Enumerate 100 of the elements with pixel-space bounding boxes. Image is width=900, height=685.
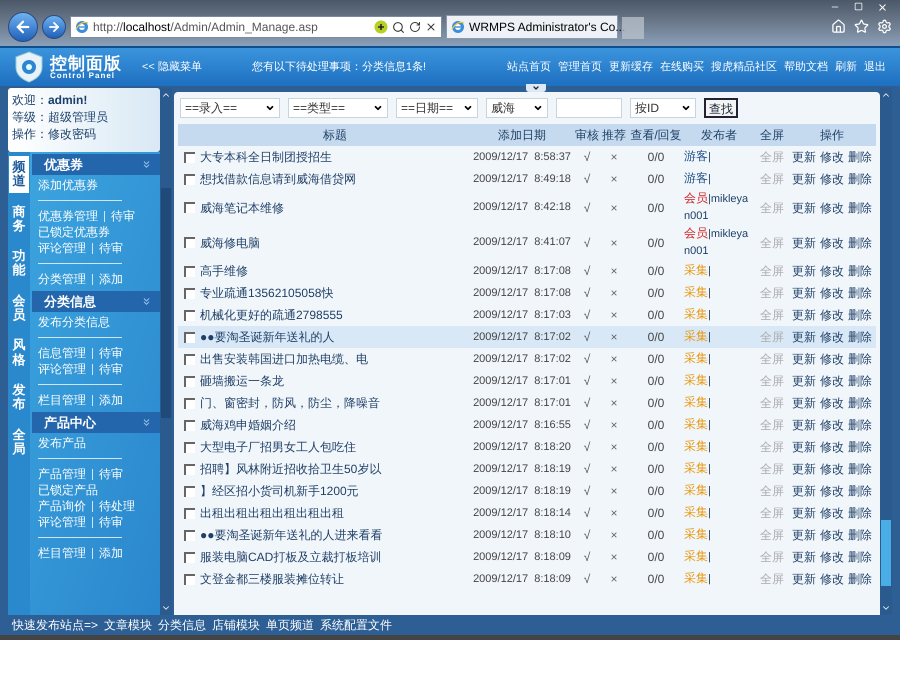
side-tab[interactable]: 发布 <box>9 378 29 416</box>
row-checkbox[interactable] <box>184 266 194 276</box>
row-checkbox[interactable] <box>184 152 194 162</box>
action-link[interactable]: 修改 <box>820 170 844 188</box>
action-link[interactable]: 修改 <box>820 198 844 216</box>
compatibility-icon[interactable] <box>374 20 388 34</box>
menu-link[interactable]: 待审 <box>99 465 123 483</box>
footer-link[interactable]: 店铺模块 <box>212 616 260 634</box>
action-link[interactable]: 更新 <box>792 284 816 302</box>
side-tab[interactable]: 会员 <box>9 290 29 326</box>
action-link[interactable]: 删除 <box>848 328 872 346</box>
action-link[interactable]: 更新 <box>792 262 816 280</box>
action-link[interactable]: 修改 <box>820 438 844 456</box>
action-link[interactable]: 修改 <box>820 262 844 280</box>
maximize-icon[interactable] <box>854 2 863 11</box>
side-tab[interactable]: 频道 <box>9 156 29 193</box>
row-checkbox[interactable] <box>184 420 194 430</box>
action-link[interactable]: 修改 <box>820 284 844 302</box>
row-checkbox[interactable] <box>184 530 194 540</box>
row-checkbox[interactable] <box>184 574 194 584</box>
search-by-select[interactable]: 按ID <box>630 98 696 118</box>
nav-link[interactable]: 搜虎精品社区 <box>711 58 777 76</box>
nav-link[interactable]: 帮助文档 <box>784 58 828 76</box>
action-link[interactable]: 修改 <box>820 482 844 500</box>
action-link[interactable]: 更新 <box>792 328 816 346</box>
action-link[interactable]: 修改 <box>820 416 844 434</box>
action-link[interactable]: 删除 <box>848 548 872 566</box>
action-link[interactable]: 更新 <box>792 350 816 368</box>
collapse-icon[interactable] <box>141 159 152 170</box>
action-link[interactable]: 删除 <box>848 350 872 368</box>
nav-link[interactable]: 在线购买 <box>660 58 704 76</box>
row-checkbox[interactable] <box>184 486 194 496</box>
side-tab[interactable]: 全局 <box>9 424 29 460</box>
action-link[interactable]: 删除 <box>848 284 872 302</box>
menu-section-header[interactable]: 产品中心 <box>32 412 160 433</box>
forward-button[interactable] <box>42 15 66 39</box>
row-checkbox[interactable] <box>184 398 194 408</box>
action-link[interactable]: 更新 <box>792 372 816 390</box>
action-link[interactable]: 更新 <box>792 198 816 216</box>
scrollbar[interactable] <box>880 88 892 615</box>
row-checkbox[interactable] <box>184 442 194 452</box>
scroll-thumb[interactable] <box>881 520 891 586</box>
footer-link[interactable]: 单页频道 <box>266 616 314 634</box>
action-link[interactable]: 修改 <box>820 504 844 522</box>
collapse-icon[interactable] <box>141 296 152 307</box>
action-link[interactable]: 更新 <box>792 394 816 412</box>
action-link[interactable]: 删除 <box>848 460 872 478</box>
action-link[interactable]: 删除 <box>848 526 872 544</box>
action-link[interactable]: 修改 <box>820 148 844 166</box>
action-link[interactable]: 修改 <box>820 306 844 324</box>
filter-select[interactable]: ==类型== <box>288 98 388 118</box>
action-link[interactable]: 更新 <box>792 438 816 456</box>
action-link[interactable]: 更新 <box>792 482 816 500</box>
action-link[interactable]: 删除 <box>848 148 872 166</box>
action-link[interactable]: 更新 <box>792 170 816 188</box>
menu-link[interactable]: 待审 <box>99 513 123 531</box>
find-button[interactable]: 查找 <box>704 98 738 118</box>
footer-link[interactable]: 文章模块 <box>104 616 152 634</box>
menu-section-header[interactable]: 分类信息 <box>32 291 160 312</box>
refresh-icon[interactable] <box>409 21 421 33</box>
action-link[interactable]: 更新 <box>792 416 816 434</box>
menu-link[interactable]: 添加 <box>99 544 123 562</box>
row-checkbox[interactable] <box>184 288 194 298</box>
side-tab[interactable]: 功能 <box>9 245 29 282</box>
action-link[interactable]: 删除 <box>848 262 872 280</box>
hide-menu-link[interactable]: << 隐藏菜单 <box>142 58 202 76</box>
action-link[interactable]: 更新 <box>792 548 816 566</box>
favorites-icon[interactable] <box>854 19 869 34</box>
row-checkbox[interactable] <box>184 508 194 518</box>
action-link[interactable]: 更新 <box>792 306 816 324</box>
action-link[interactable]: 删除 <box>848 306 872 324</box>
action-link[interactable]: 修改 <box>820 548 844 566</box>
menu-section-header[interactable]: 优惠券 <box>32 154 160 175</box>
action-link[interactable]: 删除 <box>848 234 872 252</box>
filter-select[interactable]: 威海 <box>486 98 548 118</box>
action-link[interactable]: 修改 <box>820 234 844 252</box>
action-link[interactable]: 修改 <box>820 394 844 412</box>
filter-select[interactable]: ==日期== <box>396 98 478 118</box>
table-row[interactable]: ●●要淘圣诞新年送礼的人 2009/12/17 8:17:02 √ × 0/0 采集| 全屏 更新 修改 删除 <box>178 326 876 348</box>
home-icon[interactable] <box>831 19 846 34</box>
action-link[interactable]: 删除 <box>848 198 872 216</box>
action-link[interactable]: 更新 <box>792 234 816 252</box>
nav-link[interactable]: 退出 <box>864 58 886 76</box>
footer-link[interactable]: 分类信息 <box>158 616 206 634</box>
action-link[interactable]: 修改 <box>820 526 844 544</box>
address-bar[interactable]: http://localhost/Admin/Admin_Manage.asp <box>70 16 442 38</box>
row-checkbox[interactable] <box>184 464 194 474</box>
side-tab[interactable]: 风格 <box>9 334 29 371</box>
footer-link[interactable]: 系统配置文件 <box>320 616 392 634</box>
action-link[interactable]: 更新 <box>792 460 816 478</box>
action-link[interactable]: 修改 <box>820 460 844 478</box>
nav-link[interactable]: 刷新 <box>835 58 857 76</box>
row-checkbox[interactable] <box>184 552 194 562</box>
action-link[interactable]: 删除 <box>848 570 872 588</box>
action-link[interactable]: 修改 <box>820 328 844 346</box>
scrollbar[interactable] <box>160 88 172 615</box>
search-icon[interactable] <box>392 20 405 34</box>
side-tab[interactable]: 商务 <box>9 200 29 238</box>
row-checkbox[interactable] <box>184 202 194 213</box>
search-field[interactable] <box>556 98 622 118</box>
